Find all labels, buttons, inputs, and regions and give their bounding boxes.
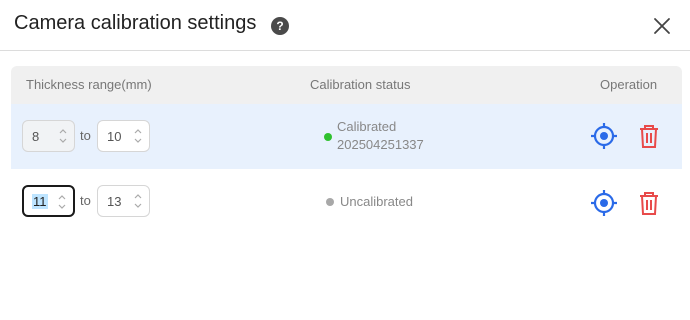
crosshair-target-icon[interactable]: [590, 189, 618, 217]
range-separator: to: [80, 128, 91, 143]
table-header: Thickness range(mm) Calibration status O…: [11, 66, 682, 104]
status-dot: [324, 133, 332, 141]
thickness-min-value[interactable]: 11: [32, 194, 48, 209]
thickness-min-value: 8: [32, 129, 40, 144]
thickness-max-stepper[interactable]: 10: [97, 120, 150, 152]
dialog-header: Camera calibration settings ?: [0, 0, 690, 51]
column-header-operation: Operation: [600, 77, 658, 92]
column-header-thickness: Thickness range(mm): [26, 77, 152, 92]
status-text: Calibrated: [337, 119, 397, 134]
dialog-title: Camera calibration settings: [14, 12, 257, 34]
status-text: Uncalibrated: [340, 194, 413, 209]
stepper-arrows-icon[interactable]: [133, 126, 143, 146]
trash-icon[interactable]: [635, 189, 663, 217]
crosshair-target-icon[interactable]: [590, 122, 618, 150]
range-separator: to: [80, 193, 91, 208]
stepper-arrows-icon[interactable]: [57, 192, 67, 212]
calibration-timestamp: 202504251337: [337, 137, 424, 152]
close-icon[interactable]: [651, 15, 673, 37]
status-dot: [326, 198, 334, 206]
thickness-min-stepper[interactable]: 11: [22, 185, 75, 217]
thickness-max-stepper[interactable]: 13: [97, 185, 150, 217]
stepper-arrows-icon[interactable]: [133, 191, 143, 211]
table-row[interactable]: 8 to 10 Calibrated 202504251337: [11, 104, 682, 169]
column-header-status: Calibration status: [310, 77, 411, 92]
trash-icon[interactable]: [635, 122, 663, 150]
calibration-table: Thickness range(mm) Calibration status O…: [11, 66, 682, 234]
table-row[interactable]: 11 to 13 Uncalibrated: [11, 169, 682, 234]
question-icon[interactable]: ?: [271, 17, 289, 35]
stepper-arrows-icon[interactable]: [58, 126, 68, 146]
thickness-max-value: 10: [107, 129, 122, 144]
thickness-max-value: 13: [107, 194, 122, 209]
thickness-min-stepper[interactable]: 8: [22, 120, 75, 152]
